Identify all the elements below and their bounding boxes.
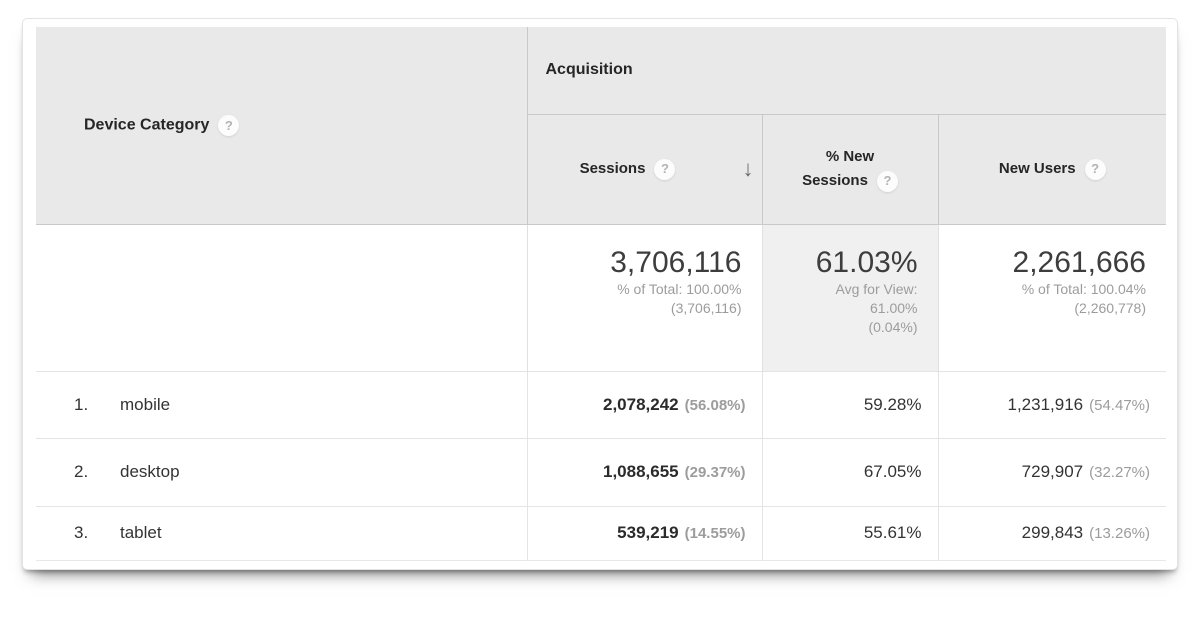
device-category-label: Device Category: [84, 116, 209, 133]
column-header-sessions[interactable]: Sessions? ↓: [527, 114, 762, 224]
new-users-value: 1,231,916: [1007, 395, 1083, 414]
row-rank: 2.: [74, 462, 120, 482]
table-row: 3.tablet 539,219 (14.55%) 55.61% 299,843 (…: [36, 506, 1166, 560]
dimension-cell: 3.tablet: [36, 506, 527, 560]
new-sessions-value: 59.28%: [864, 395, 922, 414]
new-sessions-value: 67.05%: [864, 462, 922, 481]
new-users-percent: (54.47%): [1089, 397, 1150, 414]
sessions-cell: 539,219 (14.55%): [527, 506, 762, 560]
summary-new-sessions-cell: 61.03% Avg for View: 61.00% (0.04%): [762, 224, 938, 371]
dimension-cell: 2.desktop: [36, 438, 527, 506]
summary-new-users-subtext: (2,260,778): [945, 299, 1147, 318]
new-users-cell: 1,231,916 (54.47%): [938, 371, 1166, 438]
new-sessions-cell: 55.61%: [762, 506, 938, 560]
table-row: 1.mobile 2,078,242 (56.08%) 59.28% 1,231,…: [36, 371, 1166, 438]
summary-sessions-cell: 3,706,116 % of Total: 100.00% (3,706,116…: [527, 224, 762, 371]
summary-new-sessions-subtext: 61.00%: [769, 299, 918, 318]
summary-sessions-subtext: (3,706,116): [534, 299, 742, 318]
column-header-new-users[interactable]: New Users?: [938, 114, 1166, 224]
sessions-label: Sessions: [580, 160, 646, 177]
new-users-percent: (13.26%): [1089, 525, 1150, 542]
new-sessions-label-line1: % New: [826, 148, 874, 165]
column-header-device-category[interactable]: Device Category?: [36, 27, 527, 224]
row-label: tablet: [120, 523, 162, 542]
new-sessions-value: 55.61%: [864, 523, 922, 542]
group-header-acquisition: Acquisition: [527, 27, 1166, 114]
sessions-percent: (56.08%): [685, 397, 746, 414]
report-card: Device Category? Acquisition Sessions? ↓…: [22, 18, 1178, 570]
help-icon[interactable]: ?: [218, 115, 239, 136]
sessions-value: 2,078,242: [603, 395, 679, 414]
summary-sessions-subtext: % of Total: 100.00%: [534, 280, 742, 299]
new-users-value: 729,907: [1022, 462, 1083, 481]
new-users-percent: (32.27%): [1089, 464, 1150, 481]
sessions-percent: (29.37%): [685, 464, 746, 481]
summary-new-sessions-subtext: (0.04%): [769, 318, 918, 337]
row-rank: 1.: [74, 395, 120, 415]
summary-new-users-subtext: % of Total: 100.04%: [945, 280, 1147, 299]
column-header-new-sessions[interactable]: % New Sessions?: [762, 114, 938, 224]
help-icon[interactable]: ?: [1085, 159, 1106, 180]
summary-new-sessions-value: 61.03%: [816, 246, 918, 279]
row-rank: 3.: [74, 523, 120, 543]
table-row: 2.desktop 1,088,655 (29.37%) 67.05% 729,9…: [36, 438, 1166, 506]
help-icon[interactable]: ?: [877, 171, 898, 192]
dimension-cell: 1.mobile: [36, 371, 527, 438]
new-users-label: New Users: [999, 160, 1076, 177]
device-category-table: Device Category? Acquisition Sessions? ↓…: [36, 27, 1166, 561]
sessions-value: 539,219: [617, 523, 678, 542]
new-sessions-label-line2: Sessions: [802, 172, 868, 189]
summary-new-users-value: 2,261,666: [1013, 246, 1146, 279]
row-label: mobile: [120, 395, 170, 414]
sessions-cell: 1,088,655 (29.37%): [527, 438, 762, 506]
summary-new-users-cell: 2,261,666 % of Total: 100.04% (2,260,778…: [938, 224, 1166, 371]
summary-new-sessions-subtext: Avg for View:: [769, 280, 918, 299]
page: Device Category? Acquisition Sessions? ↓…: [0, 0, 1200, 617]
group-header-row: Device Category? Acquisition: [36, 27, 1166, 114]
new-users-value: 299,843: [1022, 523, 1083, 542]
new-sessions-cell: 67.05%: [762, 438, 938, 506]
summary-row: 3,706,116 % of Total: 100.00% (3,706,116…: [36, 224, 1166, 371]
new-users-cell: 729,907 (32.27%): [938, 438, 1166, 506]
summary-empty-cell: [36, 224, 527, 371]
acquisition-label: Acquisition: [546, 61, 633, 78]
sessions-value: 1,088,655: [603, 462, 679, 481]
sessions-percent: (14.55%): [685, 525, 746, 542]
new-users-cell: 299,843 (13.26%): [938, 506, 1166, 560]
help-icon[interactable]: ?: [654, 159, 675, 180]
sort-descending-icon[interactable]: ↓: [743, 157, 754, 181]
row-label: desktop: [120, 462, 180, 481]
new-sessions-cell: 59.28%: [762, 371, 938, 438]
summary-sessions-value: 3,706,116: [610, 246, 741, 279]
sessions-cell: 2,078,242 (56.08%): [527, 371, 762, 438]
